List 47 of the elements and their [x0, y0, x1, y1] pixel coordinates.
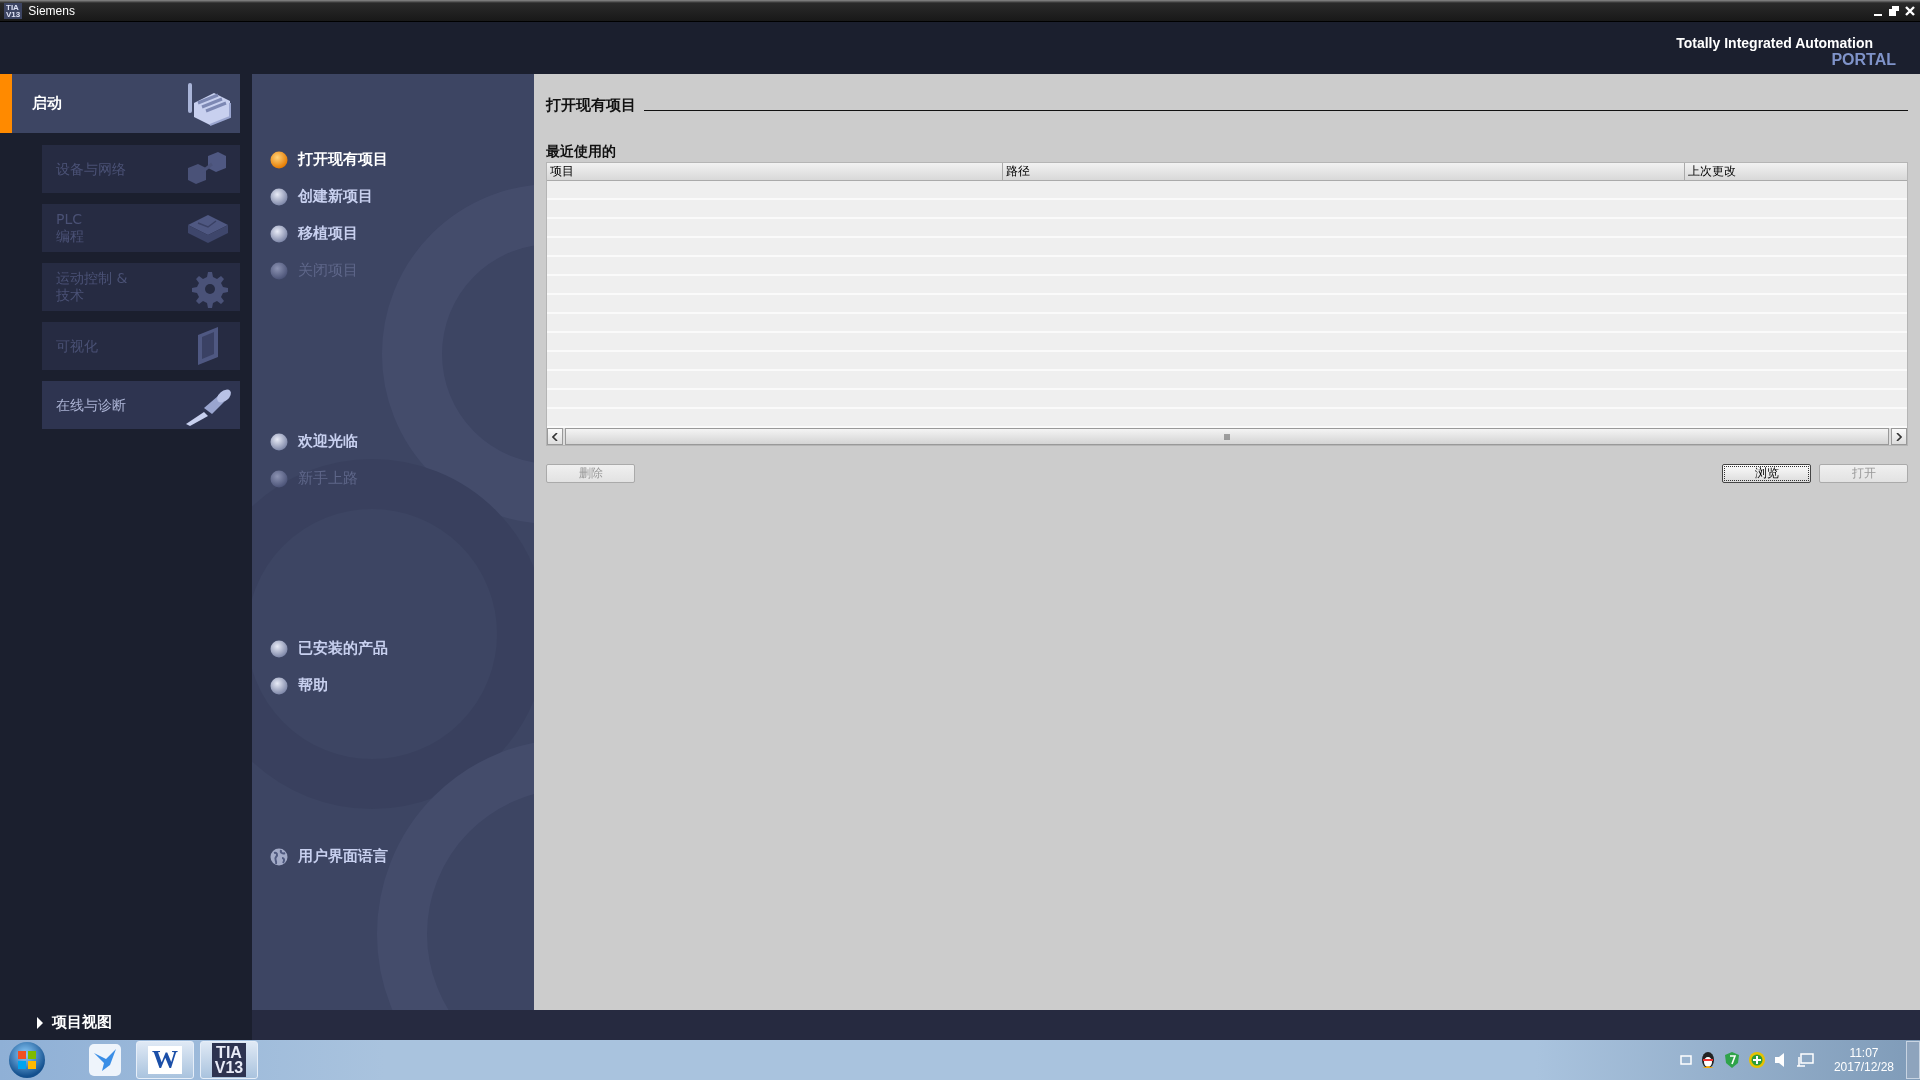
chevron-left-icon [552, 432, 558, 441]
shield-icon[interactable] [1723, 1051, 1740, 1069]
taskbar-app-button[interactable]: TIA V13 [200, 1041, 258, 1079]
bullet-icon [270, 261, 288, 280]
section-subtitle: 最近使用的 [546, 143, 617, 161]
bullet-icon [270, 150, 288, 169]
close-icon[interactable] [1904, 4, 1916, 17]
action-item[interactable]: 打开现有项目 [270, 148, 534, 171]
column-header[interactable]: 路径 [1003, 163, 1685, 180]
action-item[interactable]: 欢迎光临 [270, 430, 534, 453]
restore-icon[interactable] [1888, 4, 1900, 17]
column-header[interactable]: 上次更改 [1685, 163, 1907, 180]
triangle-icon [36, 1016, 44, 1029]
bullet-icon [270, 676, 288, 695]
start-orb-icon[interactable] [8, 1041, 46, 1079]
scroll-right-button[interactable] [1891, 428, 1907, 445]
action-item[interactable]: 用户界面语言 [270, 845, 534, 868]
window-icon[interactable] [1679, 1055, 1692, 1065]
bullet-icon [270, 469, 288, 488]
grip-icon [1224, 433, 1230, 440]
window-title: Siemens [28, 3, 75, 18]
bullet-icon [270, 432, 288, 451]
chevron-right-icon [1896, 432, 1902, 441]
portal-tab[interactable]: 启动 [0, 74, 240, 133]
bullet-icon [270, 187, 288, 206]
action-item[interactable]: 创建新项目 [270, 185, 534, 208]
network-icon[interactable] [1795, 1052, 1814, 1068]
bird-icon [88, 1043, 122, 1077]
action-item[interactable]: 移植项目 [270, 222, 534, 245]
section-title: 打开现有项目 [546, 96, 636, 115]
taskbar-app-button[interactable]: W [136, 1041, 194, 1079]
bullet-icon [270, 224, 288, 243]
plus-circle-icon[interactable] [1747, 1051, 1766, 1069]
browse-button[interactable]: 浏览 [1722, 464, 1811, 483]
project-view-link[interactable]: 项目视图 [0, 1013, 252, 1040]
portal-button[interactable]: 在线与诊断 [42, 381, 240, 429]
action-item[interactable]: 帮助 [270, 674, 534, 697]
column-header[interactable]: 项目 [547, 163, 1003, 180]
scroll-left-button[interactable] [547, 428, 563, 445]
brand-title: Totally Integrated Automation [1676, 35, 1873, 51]
bullet-icon [270, 639, 288, 658]
globe-icon [270, 847, 288, 866]
scrollbar-thumb[interactable] [565, 428, 1889, 445]
product-name: PORTAL [1831, 51, 1896, 68]
penguin-icon[interactable] [1699, 1051, 1716, 1069]
app-logo: TIA V13 [4, 2, 23, 19]
action-item[interactable]: 已安装的产品 [270, 637, 534, 660]
